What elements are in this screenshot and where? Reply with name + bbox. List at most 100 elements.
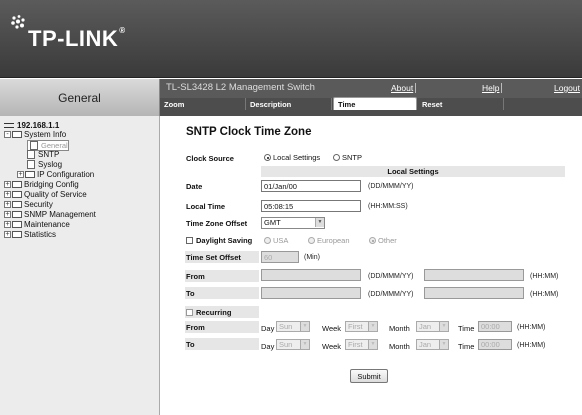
- folder-icon: [12, 191, 22, 198]
- tree-item-label: SNMP Management: [24, 210, 96, 219]
- tree-item-sntp[interactable]: SNTP: [27, 150, 59, 159]
- from-day-select[interactable]: Sun ▼: [276, 321, 310, 332]
- daylight-saving[interactable]: Daylight Saving: [186, 236, 252, 245]
- to-month-label: Month: [389, 342, 410, 351]
- time-set-offset-input[interactable]: 60: [261, 251, 299, 263]
- expand-icon[interactable]: +: [4, 221, 11, 228]
- page-icon: [27, 160, 35, 169]
- radio-usa[interactable]: USA: [264, 236, 288, 245]
- radio-european[interactable]: European: [308, 236, 350, 245]
- expand-icon[interactable]: +: [4, 211, 11, 218]
- to-date-format-hint: (DD/MMM/YY): [368, 291, 414, 298]
- radio-european-icon[interactable]: [308, 237, 315, 244]
- page: { "brand": {"logo": "TP-LINK", "trademar…: [0, 0, 582, 415]
- logo-text: TP-LINK: [28, 26, 119, 51]
- radio-other-icon[interactable]: [369, 237, 376, 244]
- tree-item-maintenance[interactable]: + Maintenance: [4, 220, 70, 229]
- from-day-label: Day: [261, 324, 275, 333]
- network-icon: [4, 123, 14, 128]
- help-link[interactable]: Help: [482, 83, 503, 93]
- from-recurring-time-input[interactable]: 00:00: [478, 321, 512, 332]
- from-month-select[interactable]: Jan ▼: [416, 321, 449, 332]
- tree-item-quality-of-service[interactable]: + Quality of Service: [4, 190, 87, 199]
- radio-usa-label: USA: [273, 236, 289, 245]
- tab-time[interactable]: Time: [333, 97, 417, 110]
- tree-root[interactable]: 192.168.1.1: [4, 121, 59, 130]
- from-date-input[interactable]: [261, 269, 361, 281]
- device-name: TL-SL3428 L2 Management Switch: [166, 82, 315, 93]
- tab-zoom[interactable]: Zoom: [160, 98, 246, 110]
- tree-item-bridging-config[interactable]: + Bridging Config: [4, 180, 79, 189]
- radio-local-settings-icon[interactable]: [264, 154, 271, 161]
- page-icon: [27, 150, 35, 159]
- folder-icon: [12, 181, 22, 188]
- time-set-offset-unit: (Min): [304, 254, 320, 261]
- daylight-saving-checkbox[interactable]: [186, 237, 193, 244]
- local-time-format-hint: (HH:MM:SS): [368, 203, 408, 210]
- recurring[interactable]: Recurring: [186, 308, 231, 317]
- from-recurring-time-format-hint: (HH:MM): [517, 324, 546, 331]
- expand-icon[interactable]: +: [4, 191, 11, 198]
- tree-item-label: Quality of Service: [24, 190, 87, 199]
- recurring-checkbox[interactable]: [186, 309, 193, 316]
- tree-item-syslog[interactable]: Syslog: [27, 160, 62, 169]
- tz-offset-select[interactable]: GMT ▼: [261, 217, 325, 229]
- from-time-format-hint: (HH:MM): [530, 273, 559, 280]
- tree-item-ip-configuration[interactable]: + IP Configuration: [17, 170, 94, 179]
- folder-icon: [12, 221, 22, 228]
- from-week-select[interactable]: First ▼: [345, 321, 378, 332]
- time-set-offset-label: Time Set Offset: [186, 253, 241, 262]
- radio-local-settings-label: Local Settings: [273, 153, 321, 162]
- to-week-select[interactable]: First ▼: [345, 339, 378, 350]
- to-week-value: First: [348, 340, 363, 349]
- to-date-input[interactable]: [261, 287, 361, 299]
- to-time-input[interactable]: [424, 287, 524, 299]
- to-day-select[interactable]: Sun ▼: [276, 339, 310, 350]
- about-link[interactable]: About: [391, 83, 417, 93]
- tree-item-security[interactable]: + Security: [4, 200, 53, 209]
- submit-button[interactable]: Submit: [350, 369, 388, 383]
- expand-icon[interactable]: +: [4, 181, 11, 188]
- tree-item-system-info[interactable]: - System Info: [4, 130, 66, 139]
- tab-description[interactable]: Description: [246, 98, 332, 110]
- tree-item-statistics[interactable]: + Statistics: [4, 230, 56, 239]
- logout-link[interactable]: Logout: [554, 83, 582, 93]
- date-input[interactable]: 01/Jan/00: [261, 180, 361, 192]
- radio-other[interactable]: Other: [369, 236, 397, 245]
- chevron-down-icon: ▼: [439, 322, 448, 331]
- to-week-label: Week: [322, 342, 342, 351]
- from-time-input[interactable]: [424, 269, 524, 281]
- tab-reset[interactable]: Reset: [418, 98, 504, 110]
- expand-icon[interactable]: +: [4, 201, 11, 208]
- tz-offset-value: GMT: [264, 218, 281, 227]
- radio-usa-icon[interactable]: [264, 237, 271, 244]
- clock-source-label: Clock Source: [186, 154, 234, 163]
- folder-icon: [25, 171, 35, 178]
- daylight-saving-label: Daylight Saving: [196, 236, 253, 245]
- tree-item-label: SNTP: [38, 150, 60, 159]
- expand-icon[interactable]: +: [4, 231, 11, 238]
- tab-bar: Zoom Description Time Reset: [160, 97, 582, 110]
- collapse-icon[interactable]: -: [4, 131, 11, 138]
- local-time-input[interactable]: 05:08:15: [261, 200, 361, 212]
- to-label: To: [186, 289, 195, 298]
- from-time-label: Time: [458, 324, 475, 333]
- radio-sntp[interactable]: SNTP: [333, 153, 362, 162]
- to-time-label: Time: [458, 342, 475, 351]
- from-week-label: Week: [322, 324, 342, 333]
- expand-icon[interactable]: +: [17, 171, 24, 178]
- radio-sntp-icon[interactable]: [333, 154, 340, 161]
- to-month-select[interactable]: Jan ▼: [416, 339, 449, 350]
- to-time-format-hint: (HH:MM): [530, 291, 559, 298]
- top-bar: TL-SL3428 L2 Management Switch About Hel…: [160, 79, 582, 98]
- left-header-label: General: [58, 90, 101, 105]
- from-day-value: Sun: [279, 322, 293, 331]
- tree-item-label: Bridging Config: [24, 180, 79, 189]
- to-label-bg: [185, 287, 259, 299]
- tree-item-snmp-management[interactable]: + SNMP Management: [4, 210, 96, 219]
- radio-local-settings[interactable]: Local Settings: [264, 153, 320, 162]
- to-month-value: Jan: [419, 340, 432, 349]
- chevron-down-icon: ▼: [315, 218, 324, 227]
- to-recurring-time-input[interactable]: 00:00: [478, 339, 512, 350]
- recurring-from-label: From: [186, 323, 205, 332]
